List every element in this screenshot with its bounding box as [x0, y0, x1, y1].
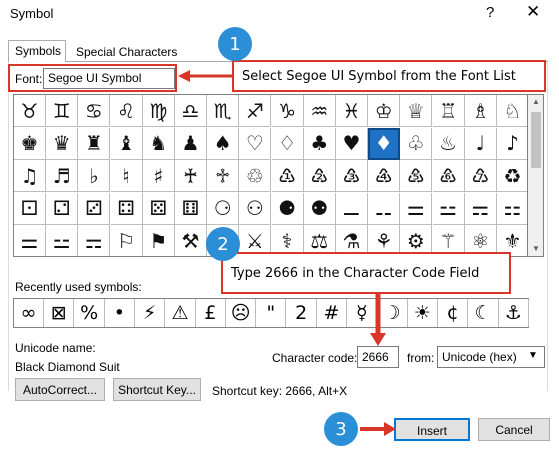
step3-badge: 3 [324, 412, 358, 446]
callout-step2: Type 2666 in the Character Code Field [221, 252, 511, 294]
arrow-to-insert-head [384, 422, 396, 436]
step2-badge: 2 [206, 227, 240, 261]
step1-badge: 1 [218, 27, 252, 61]
arrow-to-code-head [370, 333, 386, 346]
arrow-to-font-head [178, 70, 190, 82]
callout-step1: Select Segoe UI Symbol from the Font Lis… [232, 60, 546, 92]
